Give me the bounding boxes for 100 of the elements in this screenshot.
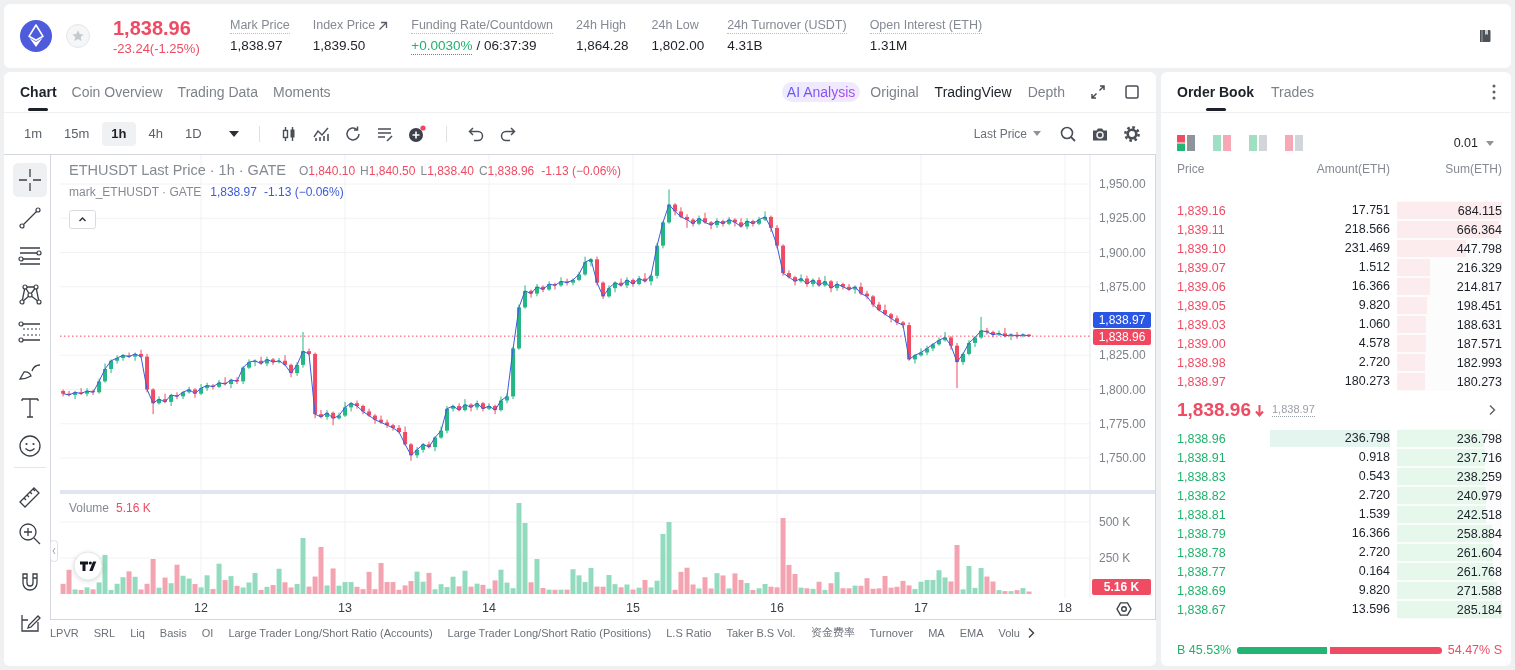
chart-view-tab[interactable]: TradingView xyxy=(934,80,1012,104)
ask-price[interactable]: 1,839.05 xyxy=(1177,298,1263,313)
ask-price[interactable]: 1,839.10 xyxy=(1177,241,1263,256)
chevron-right-icon[interactable] xyxy=(1488,404,1496,416)
ai-analysis-button[interactable]: AI Analysis xyxy=(781,82,861,102)
price-source-dropdown[interactable]: Last Price xyxy=(973,126,1041,141)
mark-price-change: -1.13 (−0.06%) xyxy=(263,185,344,199)
plus-circle-icon[interactable] xyxy=(407,124,426,143)
ask-price[interactable]: 1,839.00 xyxy=(1177,336,1263,351)
square-icon[interactable] xyxy=(1123,83,1141,101)
bid-amount: 0.543 xyxy=(1357,468,1390,485)
chart-settings-icon[interactable] xyxy=(1116,602,1132,616)
price-axis-label: 1,800.00 xyxy=(1099,382,1146,397)
ask-amount: 1.512 xyxy=(1357,259,1390,276)
settings-icon[interactable] xyxy=(1123,124,1141,143)
indicator-item[interactable]: SRL xyxy=(93,626,116,639)
bid-sum: 271.588 xyxy=(1456,583,1502,598)
ohlc-value: 1,838.40 xyxy=(427,164,474,178)
indicator-item[interactable]: EMA xyxy=(959,626,984,639)
more-vertical-icon[interactable] xyxy=(1492,84,1496,100)
indicator-item[interactable]: Liq xyxy=(130,626,145,639)
time-axis-label: 16 xyxy=(770,601,784,615)
down-arrow-icon xyxy=(1254,403,1264,417)
interval-button[interactable]: 1D xyxy=(176,121,211,146)
interval-button[interactable]: 4h xyxy=(139,121,172,146)
ask-price[interactable]: 1,838.98 xyxy=(1177,355,1263,370)
bid-price[interactable]: 1,838.77 xyxy=(1177,564,1263,579)
redo-icon[interactable] xyxy=(498,124,517,143)
crosshair-icon[interactable] xyxy=(12,163,47,197)
price-axis-label: 1,775.00 xyxy=(1099,416,1146,431)
search-icon[interactable] xyxy=(1059,124,1077,143)
symbol-title: ETHUSDT Last Price · 1h · GATE xyxy=(69,162,286,178)
book-icon[interactable] xyxy=(1478,29,1492,43)
layout-both-icon[interactable] xyxy=(1177,135,1195,151)
indicator-item[interactable]: Large Trader Long/Short Ratio (Positions) xyxy=(447,626,652,639)
bid-sum: 238.259 xyxy=(1456,469,1502,484)
bid-price[interactable]: 1,838.96 xyxy=(1177,431,1263,446)
indicator-item[interactable]: OI xyxy=(201,626,214,639)
collapse-handle-icon[interactable] xyxy=(50,540,58,562)
indicator-item[interactable]: Turnover xyxy=(869,626,914,639)
price-axis-label: 1,825.00 xyxy=(1099,348,1146,363)
ask-price[interactable]: 1,839.03 xyxy=(1177,317,1263,332)
interval-button[interactable]: 1m xyxy=(15,121,52,146)
indicator-item[interactable]: LPVR xyxy=(50,626,79,639)
bid-price[interactable]: 1,838.82 xyxy=(1177,488,1263,503)
bid-price[interactable]: 1,838.91 xyxy=(1177,450,1263,465)
chart-tab[interactable]: Moments xyxy=(273,72,331,112)
replay-icon[interactable] xyxy=(343,124,362,143)
ohlc-label: C xyxy=(478,164,488,178)
volume-value: 5.16 K xyxy=(116,501,151,515)
bid-sum: 258.884 xyxy=(1456,526,1502,541)
chevron-up-icon[interactable] xyxy=(69,210,96,229)
bid-amount: 2.720 xyxy=(1357,544,1390,561)
bid-price[interactable]: 1,838.81 xyxy=(1177,507,1263,522)
bid-amount: 236.798 xyxy=(1270,430,1390,447)
ask-sum: 180.273 xyxy=(1456,374,1502,389)
precision-dropdown[interactable]: 0.01 xyxy=(1453,136,1494,150)
ask-price[interactable]: 1,839.06 xyxy=(1177,279,1263,294)
indicator-item[interactable]: Basis xyxy=(159,626,187,639)
chart-logo-icon xyxy=(73,551,103,581)
ask-amount: 4.578 xyxy=(1357,335,1390,352)
ask-amount: 9.820 xyxy=(1357,297,1390,314)
ask-amount: 180.273 xyxy=(1343,373,1390,390)
bid-price[interactable]: 1,838.78 xyxy=(1177,545,1263,560)
candlestick xyxy=(444,405,449,434)
indicator-item[interactable]: L.S Ratio xyxy=(666,626,712,639)
chart-view-tab[interactable]: Original xyxy=(870,80,919,104)
indicator-item[interactable]: 资金费率 xyxy=(810,625,855,640)
order-book-tab[interactable]: Order Book xyxy=(1177,72,1254,112)
ask-price[interactable]: 1,838.97 xyxy=(1177,374,1263,389)
interval-button[interactable]: 1h xyxy=(102,121,136,146)
caret-down-icon[interactable] xyxy=(228,130,239,137)
price-tag: 1,838.97 xyxy=(1093,312,1151,328)
ask-price[interactable]: 1,839.07 xyxy=(1177,260,1263,275)
price-axis-label: 1,750.00 xyxy=(1099,451,1146,466)
undo-icon[interactable] xyxy=(466,124,485,143)
ohlc-label: O xyxy=(299,164,309,178)
interval-button[interactable]: 15m xyxy=(55,121,99,146)
ask-price[interactable]: 1,839.16 xyxy=(1177,203,1263,218)
bid-price[interactable]: 1,838.79 xyxy=(1177,526,1263,541)
bid-price[interactable]: 1,838.69 xyxy=(1177,583,1263,598)
chart-tab[interactable]: Coin Overview xyxy=(71,72,163,112)
chart-view-tab[interactable]: Depth xyxy=(1027,80,1065,104)
indicator-item[interactable]: Taker B.S Vol. xyxy=(726,626,796,639)
stat-value: +0.0030% xyxy=(411,36,473,55)
indicator-item[interactable]: Large Trader Long/Short Ratio (Accounts) xyxy=(228,626,433,639)
price-change: -23.24(-1.25%) xyxy=(113,39,200,57)
bid-price[interactable]: 1,838.67 xyxy=(1177,602,1263,617)
mark-price: 1,838.97 xyxy=(1271,403,1315,417)
chevron-right-icon[interactable] xyxy=(1026,626,1035,639)
arrow-up-right-icon[interactable] xyxy=(378,20,389,31)
coin-logo-icon xyxy=(20,20,52,52)
expand-icon[interactable] xyxy=(1089,83,1107,101)
chart-tab[interactable]: Chart xyxy=(20,72,57,112)
chart-tab[interactable]: Trading Data xyxy=(177,72,258,112)
indicator-item[interactable]: MA xyxy=(928,626,945,639)
ask-price[interactable]: 1,839.11 xyxy=(1177,222,1263,237)
indicator-item[interactable]: Volu xyxy=(998,626,1020,639)
bid-price[interactable]: 1,838.83 xyxy=(1177,469,1263,484)
order-book-tab[interactable]: Trades xyxy=(1271,72,1315,112)
